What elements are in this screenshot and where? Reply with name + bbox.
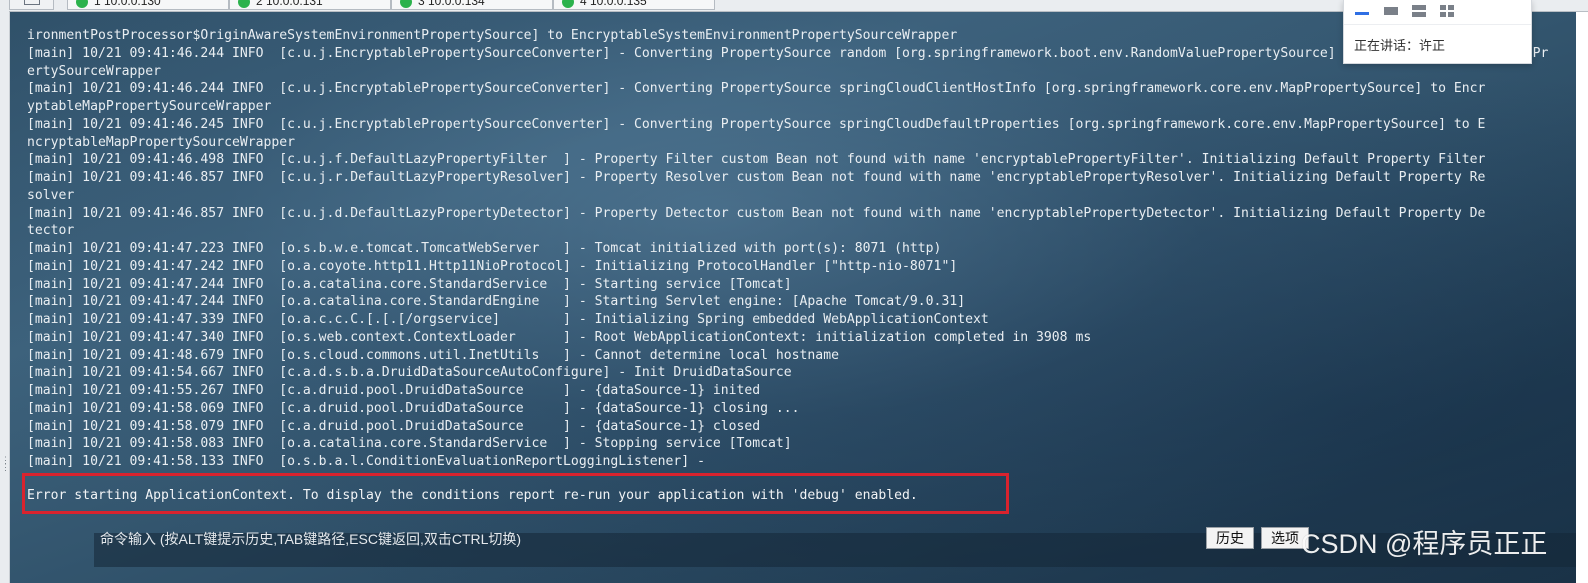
log-line: [main] 10/21 09:41:47.339 INFO [o.a.c.c.… <box>27 312 989 327</box>
grid-view-icon[interactable] <box>1439 4 1455 18</box>
log-line: [main] 10/21 09:41:46.857 INFO [c.u.j.r.… <box>27 170 1486 185</box>
list-view-icon[interactable] <box>1411 4 1427 18</box>
speaker-view-icon[interactable] <box>1354 4 1370 18</box>
log-line: yptableMapPropertySourceWrapper <box>27 99 272 114</box>
log-line: [main] 10/21 09:41:47.244 INFO [o.a.cata… <box>27 294 966 310</box>
tab-label: 1 10.0.0.130 <box>94 0 161 8</box>
log-line: [main] 10/21 09:41:46.498 INFO [c.u.j.f.… <box>27 152 1486 168</box>
log-line: [main] 10/21 09:41:46.244 INFO [c.u.j.En… <box>27 81 1486 97</box>
log-line: [main] 10/21 09:41:54.667 INFO [c.a.d.s.… <box>27 365 792 381</box>
tab-session-3[interactable]: 3 10.0.0.134 <box>391 0 553 10</box>
speaking-indicator: 正在讲话：许正 <box>1354 38 1446 53</box>
log-line: [main] 10/21 09:41:47.242 INFO [o.a.coyo… <box>27 258 958 274</box>
log-line: solver <box>27 187 75 203</box>
log-line: [main] 10/21 09:41:58.069 INFO [c.a.drui… <box>27 400 800 416</box>
tab-label: 2 10.0.0.131 <box>256 0 323 8</box>
connected-status-icon <box>238 0 250 8</box>
home-icon <box>24 0 40 5</box>
log-line: [main] 10/21 09:41:46.244 INFO [c.u.j.En… <box>27 45 1549 61</box>
history-button[interactable]: 历史 <box>1206 527 1254 549</box>
log-line: ironmentPostProcessor$OriginAwareSystemE… <box>27 28 958 43</box>
connected-status-icon <box>76 0 88 8</box>
log-line: [main] 10/21 09:41:47.244 INFO [o.a.cata… <box>27 276 792 292</box>
log-line: [main] 10/21 09:41:58.133 INFO [o.s.b.a.… <box>27 454 705 469</box>
log-line: [main] 10/21 09:41:55.267 INFO [c.a.drui… <box>27 383 761 398</box>
log-line: [main] 10/21 09:41:58.083 INFO [o.a.cata… <box>27 436 792 452</box>
error-message: Error starting ApplicationContext. To di… <box>27 488 918 503</box>
tab-session-2[interactable]: 2 10.0.0.131 <box>229 0 391 10</box>
gallery-view-icon[interactable] <box>1383 4 1399 18</box>
csdn-watermark: CSDN @程序员正正 <box>1301 529 1548 559</box>
log-line: [main] 10/21 09:41:47.340 INFO [o.s.web.… <box>27 329 1092 345</box>
connected-status-icon <box>562 0 574 8</box>
log-line: [main] 10/21 09:41:48.679 INFO [o.s.clou… <box>27 347 839 363</box>
log-line: tector <box>27 223 75 239</box>
left-side-strip: ⋮ ⋮ <box>0 0 10 583</box>
log-line: ertySourceWrapper <box>27 63 162 79</box>
home-tab[interactable] <box>9 0 54 10</box>
terminal-output[interactable]: ironmentPostProcessor$OriginAwareSystemE… <box>10 12 1576 583</box>
tab-label: 4 10.0.0.135 <box>580 0 647 8</box>
tab-label: 3 10.0.0.134 <box>418 0 485 8</box>
connected-status-icon <box>400 0 412 8</box>
meeting-popup: 正在讲话：许正 <box>1343 0 1532 64</box>
popup-divider <box>1344 24 1531 25</box>
log-line: [main] 10/21 09:41:58.079 INFO [c.a.drui… <box>27 418 761 434</box>
tab-session-1[interactable]: 1 10.0.0.130 <box>67 0 229 10</box>
log-line: [main] 10/21 09:41:46.245 INFO [c.u.j.En… <box>27 116 1486 132</box>
log-line: ncryptableMapPropertySourceWrapper <box>27 134 296 150</box>
log-line: [main] 10/21 09:41:46.857 INFO [c.u.j.d.… <box>27 205 1486 221</box>
drag-handle[interactable]: ⋮ ⋮ <box>1 457 10 480</box>
log-line: [main] 10/21 09:41:47.223 INFO [o.s.b.w.… <box>27 241 942 256</box>
log-output: ironmentPostProcessor$OriginAwareSystemE… <box>27 27 1572 471</box>
command-input-label[interactable]: 命令输入 (按ALT键提示历史,TAB键路径,ESC键返回,双击CTRL切换) <box>100 530 521 548</box>
tab-session-4[interactable]: 4 10.0.0.135 <box>553 0 715 10</box>
